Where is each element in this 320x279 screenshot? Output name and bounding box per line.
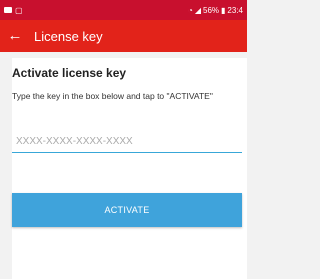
activate-button-label: ACTIVATE [104, 205, 150, 215]
license-key-input[interactable] [12, 131, 242, 153]
wifi-icon: ◔ [188, 5, 193, 15]
status-bar: ▢ ◔ ◢ 56% ▮ 23:4 [0, 0, 247, 20]
battery-percent: 56% [203, 5, 220, 15]
page-title: License key [34, 28, 103, 44]
back-arrow-icon[interactable]: ← [0, 20, 30, 52]
sim-icon: ▢ [15, 5, 23, 15]
activate-heading: Activate license key [12, 66, 127, 80]
battery-icon: ▮ [221, 5, 226, 15]
signal-icon: ◢ [194, 5, 201, 15]
app-bar: ← License key [0, 20, 247, 52]
instructions-text: Type the key in the box below and tap to… [12, 91, 213, 101]
status-indicators: ◔ ◢ 56% ▮ 23:4 [188, 6, 243, 15]
notification-icon [4, 7, 12, 13]
status-notifications: ▢ [4, 6, 23, 15]
activate-button[interactable]: ACTIVATE [12, 193, 242, 227]
status-time: 23:4 [227, 5, 243, 15]
